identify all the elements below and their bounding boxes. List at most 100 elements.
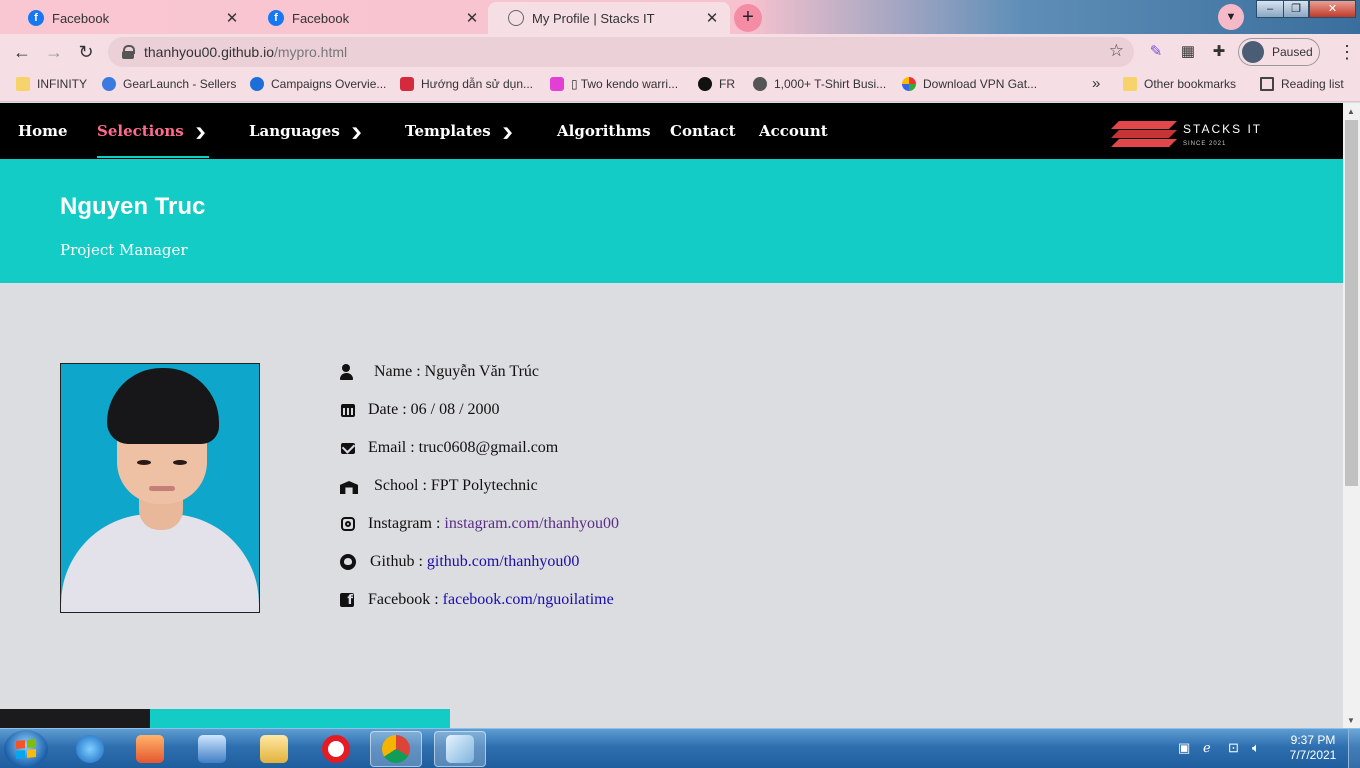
profile-content: Name : Nguyễn Văn Trúc Date : 06 / 08 / … xyxy=(0,283,1343,728)
tiktok-icon xyxy=(698,77,712,91)
system-clock[interactable]: 9:37 PM 7/7/2021 xyxy=(1282,733,1344,763)
school-icon xyxy=(340,478,356,494)
nav-algorithms[interactable]: Algorithms xyxy=(557,122,651,140)
notepad-icon[interactable] xyxy=(434,731,486,767)
bookmark-gearlaunch[interactable]: GearLaunch - Sellers xyxy=(102,77,236,91)
bookmark-two-kendo[interactable]: ▯ Two kendo warri... xyxy=(550,77,678,91)
bookmark-vpn[interactable]: Download VPN Gat... xyxy=(902,77,1037,91)
info-label: Facebook : xyxy=(368,591,439,608)
github-link[interactable]: github.com/thanhyou00 xyxy=(427,553,579,571)
puzzle-extensions-icon[interactable]: ✚ xyxy=(1209,42,1229,62)
info-label: Instagram : xyxy=(368,515,441,532)
chrome-icon[interactable] xyxy=(370,731,422,767)
active-nav-underline xyxy=(97,156,209,158)
bookmarks-overflow-button[interactable]: » xyxy=(1092,75,1100,92)
page-scrollbar[interactable]: ▲ ▼ xyxy=(1343,103,1360,728)
chevron-down-icon: ❯ xyxy=(194,126,207,139)
info-label: Date : xyxy=(368,401,407,418)
chevron-down-icon: ❯ xyxy=(501,126,514,139)
ie-tray-icon[interactable]: ℯ xyxy=(1203,740,1211,756)
address-bar[interactable]: thanhyou00.github.io/mypro.html ☆ xyxy=(108,37,1134,67)
facebook-icon: f xyxy=(28,10,44,26)
nav-label: Languages xyxy=(249,122,340,140)
bookmark-star-icon[interactable]: ☆ xyxy=(1109,41,1124,61)
tab-title: Facebook xyxy=(52,10,110,26)
tab-facebook-2[interactable]: f Facebook ✕ xyxy=(248,2,490,34)
bookmark-campaigns[interactable]: Campaigns Overvie... xyxy=(250,77,386,91)
tab-facebook-1[interactable]: f Facebook ✕ xyxy=(8,2,250,34)
network-icon[interactable] xyxy=(186,731,238,767)
info-label: Name : xyxy=(374,363,421,380)
show-desktop-button[interactable] xyxy=(1348,729,1360,768)
bookmark-label: FR xyxy=(719,77,735,91)
bookmark-infinity[interactable]: INFINITY xyxy=(16,77,87,91)
close-icon[interactable]: ✕ xyxy=(224,9,240,27)
tab-search-button[interactable]: ▼ xyxy=(1218,4,1244,30)
browser-toolbar: ← → ↻ thanhyou00.github.io/mypro.html ☆ … xyxy=(0,34,1360,70)
bookmark-label: Hướng dẫn sử dụn... xyxy=(421,77,533,91)
info-school: School : FPT Polytechnic xyxy=(340,477,538,495)
campaigns-icon xyxy=(250,77,264,91)
nav-label: Selections xyxy=(97,122,184,140)
brand-name: STACKS IT xyxy=(1183,122,1263,136)
reading-list[interactable]: Reading list xyxy=(1260,77,1344,91)
nav-languages[interactable]: Languages ❯ xyxy=(249,122,363,140)
menu-icon[interactable]: ⋮ xyxy=(1338,42,1356,63)
minimize-icon[interactable]: – xyxy=(1256,0,1284,18)
facebook-icon: f xyxy=(268,10,284,26)
close-icon[interactable]: ✕ xyxy=(464,9,480,27)
ie-icon[interactable] xyxy=(64,731,116,767)
maximize-icon[interactable]: ❐ xyxy=(1283,0,1309,18)
info-value: Nguyễn Văn Trúc xyxy=(424,363,540,380)
tab-title: My Profile | Stacks IT xyxy=(532,10,655,26)
nav-templates[interactable]: Templates ❯ xyxy=(405,122,514,140)
nav-selections[interactable]: Selections ❯ xyxy=(97,122,207,140)
folder-icon xyxy=(1123,77,1137,91)
profile-header: Nguyen Truc Project Manager xyxy=(0,159,1343,283)
scroll-up-icon[interactable]: ▲ xyxy=(1347,107,1355,116)
qr-extension-icon[interactable]: ▦ xyxy=(1178,42,1198,62)
calendar-icon xyxy=(340,402,356,418)
start-button[interactable] xyxy=(4,730,48,768)
bookmark-tshirt[interactable]: 1,000+ T-Shirt Busi... xyxy=(753,77,886,91)
network-tray-icon[interactable]: ⊡ xyxy=(1228,740,1239,756)
bookmark-fr[interactable]: FR xyxy=(698,77,735,91)
back-icon[interactable]: ← xyxy=(10,40,34,64)
facebook-square-icon xyxy=(340,593,354,609)
nav-label: Contact xyxy=(670,122,736,140)
media-player-icon[interactable] xyxy=(124,731,176,767)
nav-label: Algorithms xyxy=(557,122,651,140)
facebook-link[interactable]: facebook.com/nguoilatime xyxy=(443,591,614,609)
tab-strip: f Facebook ✕ f Facebook ✕ g My Profile |… xyxy=(0,0,1360,34)
windows-taskbar: ▣ ℯ ⊡ 🔈︎ 9:37 PM 7/7/2021 xyxy=(0,728,1360,768)
nav-contact[interactable]: Contact xyxy=(670,122,736,140)
forward-icon[interactable]: → xyxy=(42,40,66,64)
other-bookmarks[interactable]: Other bookmarks xyxy=(1123,77,1236,91)
scrollbar-thumb[interactable] xyxy=(1345,120,1358,486)
explorer-icon[interactable] xyxy=(248,731,300,767)
opera-icon[interactable] xyxy=(310,731,362,767)
lock-icon[interactable] xyxy=(122,45,135,59)
instagram-link[interactable]: instagram.com/thanhyou00 xyxy=(444,515,619,533)
volume-icon[interactable]: 🔈︎ xyxy=(1252,740,1260,756)
monitor-tray-icon[interactable]: ▣ xyxy=(1178,740,1190,756)
nav-home[interactable]: Home xyxy=(18,122,68,140)
reload-icon[interactable]: ↻ xyxy=(74,40,98,64)
info-instagram: Instagram : instagram.com/thanhyou00 xyxy=(340,515,619,533)
close-window-icon[interactable]: ✕ xyxy=(1309,0,1356,18)
bookmark-label: ▯ Two kendo warri... xyxy=(571,77,679,91)
profile-role: Project Manager xyxy=(60,241,188,259)
url-path: /mypro.html xyxy=(274,44,348,60)
nav-account[interactable]: Account xyxy=(759,122,828,140)
tab-my-profile[interactable]: g My Profile | Stacks IT ✕ xyxy=(488,2,730,34)
nav-label: Account xyxy=(759,122,828,140)
bookmark-huong-dan[interactable]: Hướng dẫn sử dụn... xyxy=(400,77,533,91)
close-icon[interactable]: ✕ xyxy=(704,9,720,27)
info-value: truc0608@gmail.com xyxy=(418,439,559,456)
scroll-down-icon[interactable]: ▼ xyxy=(1347,716,1355,725)
tab-title: Facebook xyxy=(292,10,350,26)
pen-extension-icon[interactable]: ✎ xyxy=(1146,42,1166,62)
profile-button[interactable]: Paused xyxy=(1238,38,1320,66)
chevron-down-icon: ❯ xyxy=(350,126,363,139)
new-tab-button[interactable]: + xyxy=(734,4,762,32)
